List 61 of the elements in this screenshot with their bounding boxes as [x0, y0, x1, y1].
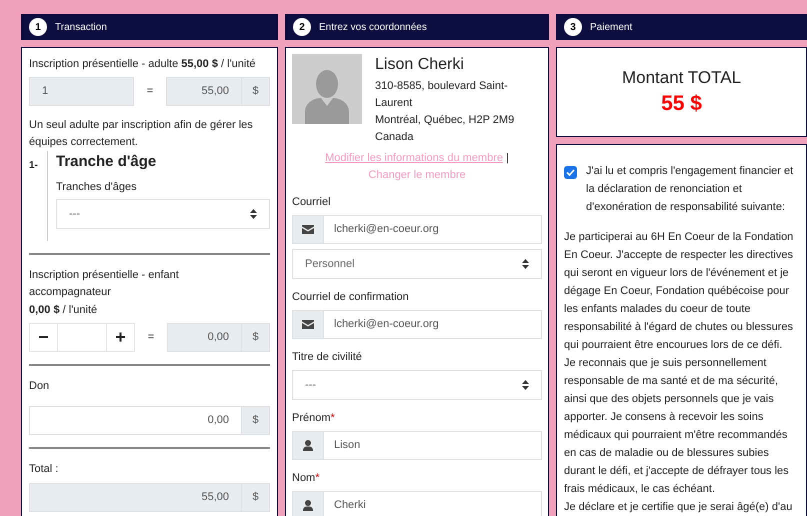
required-mark: * [315, 472, 320, 484]
group-title: Tranche d'âge [56, 152, 158, 172]
field-label: Tranches d'âges [56, 180, 138, 195]
field-label: Prénom* [292, 411, 336, 426]
address-line: Canada [375, 130, 415, 145]
field-label: Nom* [292, 471, 321, 486]
select-arrows-icon [522, 259, 529, 269]
select-field[interactable]: Personnel [292, 249, 542, 279]
quantity-field[interactable] [57, 324, 107, 351]
terms-paragraph: Je déclare et je certifie que je serai âgé(e) d'au [564, 500, 794, 515]
checkmark-icon [566, 169, 575, 176]
group-number: 1- [29, 159, 39, 173]
note-text: Un seul adulte par inscription afin de gérer les équipes correctement. [29, 118, 254, 150]
name-field[interactable]: Cherki [292, 491, 542, 516]
agreement-label: J'ai lu et compris l'engagement financier et la déclaration de renonciation et d'exonération de responsabilité suivante: [586, 164, 794, 215]
address-line: 310-8585, boulevard Saint-Laurent [375, 79, 509, 111]
unit-price: 0,00 $ / l'unité [29, 303, 98, 318]
total-field[interactable]: 55,00 $ [29, 483, 270, 512]
amount-field[interactable]: 0,00 $ [167, 323, 270, 352]
step-title: Transaction [55, 20, 107, 34]
total-label: Total : [29, 462, 60, 477]
total-amount: 55 $ [661, 91, 702, 117]
select-arrows-icon [522, 380, 529, 390]
member-name: Lison Cherki [375, 56, 465, 73]
step-number: 1 [29, 18, 47, 36]
quantity-stepper[interactable]: − + [29, 323, 135, 352]
envelope-icon [302, 225, 314, 234]
field-label: Courriel [292, 195, 332, 210]
step-number: 3 [564, 18, 582, 36]
link-separator: | [505, 152, 509, 164]
equals-sign: = [146, 330, 156, 345]
person-silhouette-icon [305, 68, 349, 124]
equals-sign: = [146, 84, 154, 99]
field-label: Courriel de confirmation [292, 290, 410, 305]
quantity-field[interactable]: 1 [29, 77, 134, 106]
step-number: 2 [293, 18, 311, 36]
donation-field[interactable]: 0,00 $ [29, 406, 270, 435]
donation-label: Don [29, 379, 50, 394]
email-field[interactable]: lcherki@en-coeur.org [292, 215, 542, 244]
select-arrows-icon [250, 209, 257, 219]
agreement-checkbox[interactable] [564, 166, 577, 179]
email-field[interactable]: lcherki@en-coeur.org [292, 310, 542, 339]
total-title: Montant TOTAL [622, 67, 742, 89]
step-title: Paiement [590, 20, 632, 34]
name-field[interactable]: Lison [292, 431, 542, 460]
amount-field[interactable]: 55,00 $ [166, 77, 270, 106]
currency-addon: $ [241, 407, 269, 434]
item-label: Inscription présentielle - enfant accompagnateur [29, 268, 180, 300]
step-title: Entrez vos coordonnées [319, 20, 427, 34]
address-line: Montréal, Québec, H2P 2M9 [375, 113, 516, 128]
minus-button[interactable]: − [30, 324, 57, 351]
terms-paragraph: Je participerai au 6H En Coeur de la Fondation En Coeur. J'accepte de respecter les directives qui seront en vigueur lors de l'événement et je dégage En Coeur, Fondation québécoise pour les enfants malades du coeur de toute responsabilité à l'égard de chutes ou blessures qui pourraient être encourues lors de ce défi. Je reconnais que je suis personnellement responsable de ma santé et de ma sécurité, ainsi que des objets personnels que je vais apporter. Je consens à recevoir les soins médicaux qui pourraient m'être recommandés en cas de maladie ou de blessures subies durant le défi, et j'accepte de défrayer tous les frais médicaux, le cas échéant. [564, 230, 794, 497]
plus-button[interactable]: + [107, 324, 134, 351]
person-icon [303, 440, 313, 451]
item-label: Inscription présentielle - adulte 55,00 $ / l'unité [29, 57, 257, 72]
person-icon [303, 500, 313, 511]
envelope-icon [302, 320, 314, 329]
field-label: Titre de civilité [292, 350, 363, 365]
select-field[interactable]: --- [292, 370, 542, 400]
select-field[interactable]: --- [56, 199, 270, 229]
required-mark: * [330, 412, 335, 424]
